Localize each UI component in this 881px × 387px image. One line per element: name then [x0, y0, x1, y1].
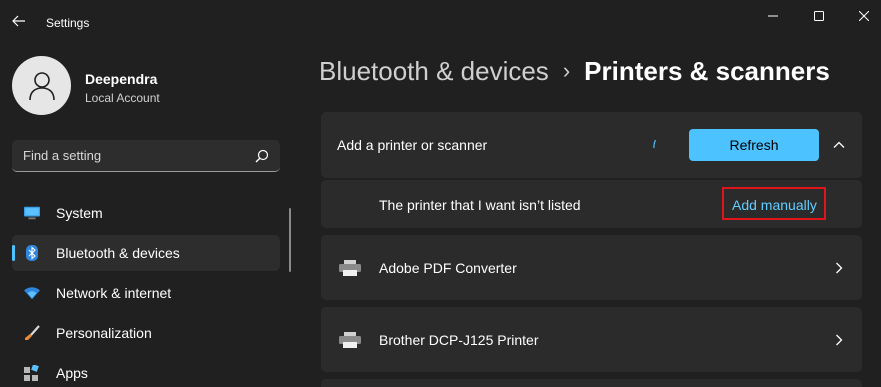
maximize-icon: [814, 11, 824, 21]
search-box[interactable]: [12, 140, 280, 172]
avatar[interactable]: [12, 56, 71, 115]
sidebar-item-system[interactable]: System: [12, 195, 280, 231]
sidebar-item-label: System: [56, 205, 103, 221]
maximize-button[interactable]: [807, 6, 831, 26]
printer-icon: [339, 260, 361, 276]
sidebar-item-label: Personalization: [56, 325, 152, 341]
sidebar-item-apps[interactable]: Apps: [12, 355, 280, 387]
search-input[interactable]: [12, 140, 252, 171]
close-icon: [859, 11, 869, 21]
brush-icon: [24, 325, 40, 341]
chevron-right-icon[interactable]: [832, 333, 846, 347]
printer-icon: [339, 332, 361, 348]
account-type: Local Account: [85, 91, 160, 105]
user-icon: [28, 71, 55, 100]
unlisted-printer-label: The printer that I want isn’t listed: [379, 197, 581, 213]
chevron-up-icon[interactable]: [832, 138, 846, 152]
printer-name: Brother DCP-J125 Printer: [379, 332, 539, 348]
page-title: Printers & scanners: [584, 56, 830, 86]
app-title: Settings: [46, 16, 90, 30]
breadcrumb-separator: ›: [562, 58, 571, 83]
printer-name: Adobe PDF Converter: [379, 260, 517, 276]
progress-spinner-icon: [653, 140, 656, 148]
breadcrumb: Bluetooth & devices › Printers & scanners: [319, 56, 830, 87]
monitor-icon: [24, 205, 40, 221]
breadcrumb-parent[interactable]: Bluetooth & devices: [319, 56, 549, 86]
back-arrow-icon: [12, 15, 25, 27]
bluetooth-icon: [24, 245, 40, 261]
refresh-button[interactable]: Refresh: [689, 129, 819, 161]
sidebar-item-label: Network & internet: [56, 285, 172, 301]
wifi-icon: [24, 285, 40, 301]
user-name: Deependra: [85, 71, 158, 87]
sidebar-item-label: Bluetooth & devices: [56, 245, 180, 261]
close-button[interactable]: [852, 6, 876, 26]
settings-window: Settings Deependra Local Account Find a …: [0, 0, 881, 387]
back-button[interactable]: [8, 10, 30, 32]
sidebar-item-network-internet[interactable]: Network & internet: [12, 275, 280, 311]
add-manually-link[interactable]: Add manually: [732, 197, 817, 213]
chevron-right-icon[interactable]: [832, 261, 846, 275]
apps-icon: [24, 365, 40, 381]
search-icon[interactable]: [254, 148, 270, 164]
minimize-button[interactable]: [761, 6, 785, 26]
sidebar-item-personalization[interactable]: Personalization: [12, 315, 280, 351]
add-printer-label: Add a printer or scanner: [337, 137, 488, 153]
minimize-icon: [768, 15, 778, 17]
printer-item[interactable]: [321, 379, 862, 387]
sidebar-item-bluetooth-devices[interactable]: Bluetooth & devices: [12, 235, 280, 271]
title-bar: Settings: [0, 0, 881, 46]
sidebar-scrollbar[interactable]: [289, 208, 291, 272]
selected-indicator: [12, 245, 15, 261]
sidebar-item-label: Apps: [56, 365, 88, 381]
